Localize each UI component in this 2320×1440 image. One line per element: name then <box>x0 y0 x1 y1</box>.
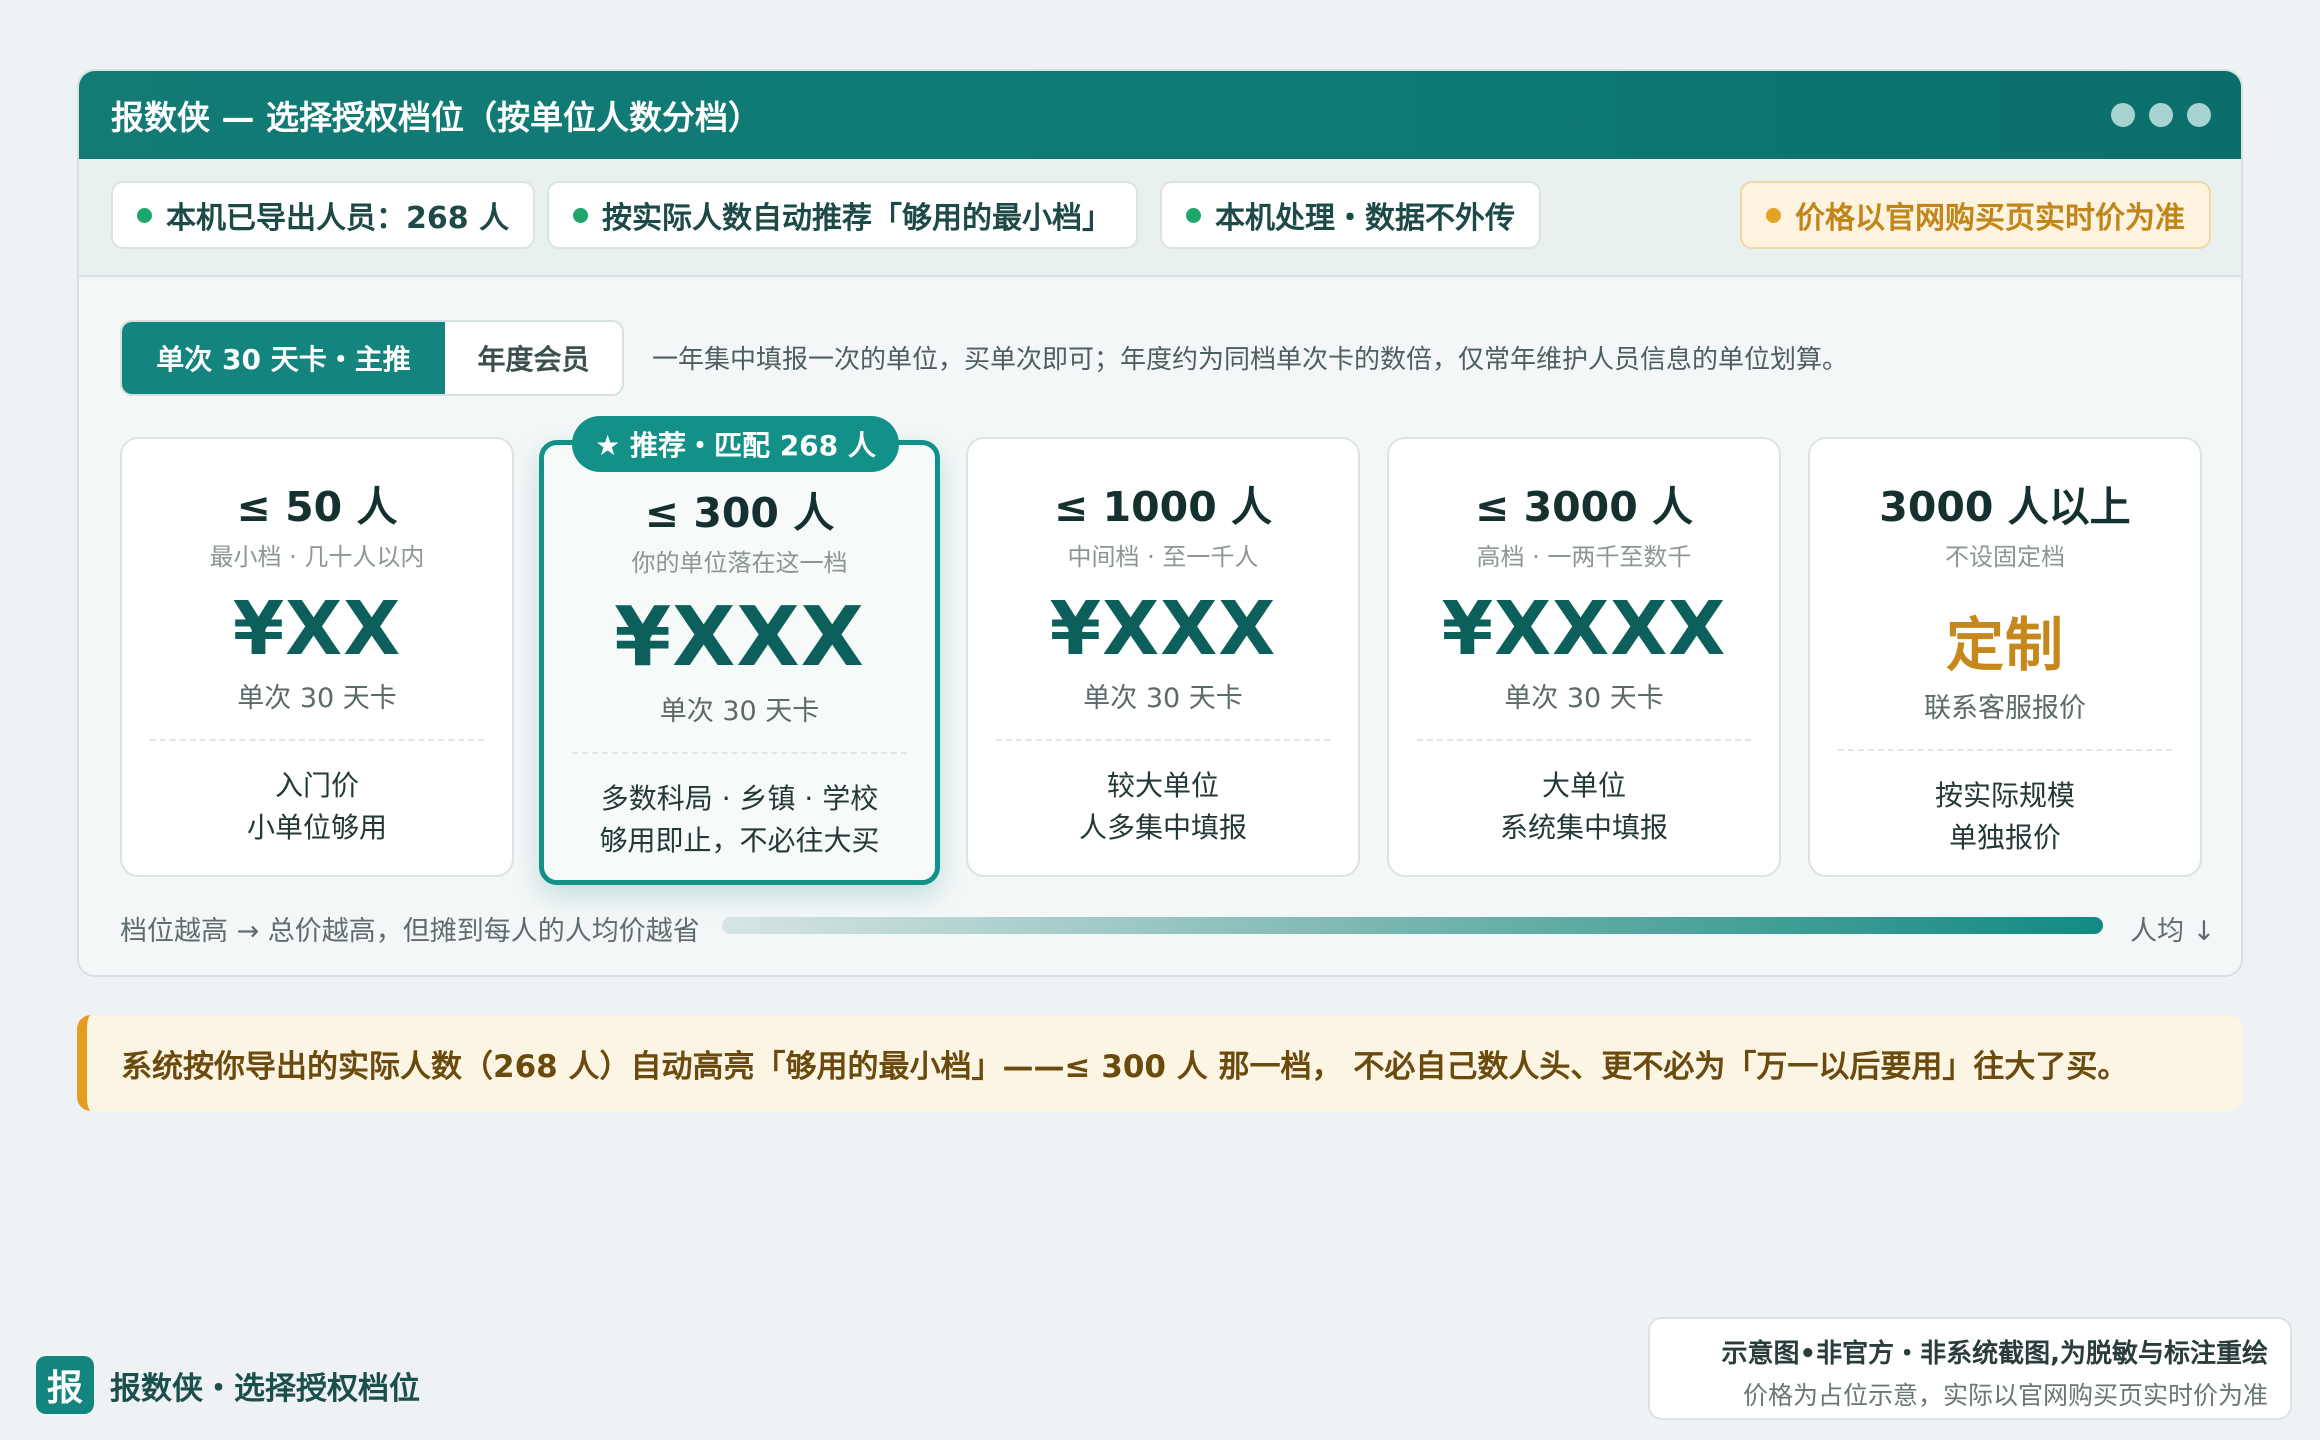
pill-label: 本机已导出人员：268 人 <box>166 201 510 236</box>
status-dot-icon <box>573 207 588 223</box>
status-dot-icon <box>137 207 152 223</box>
tier-card-300-recommended[interactable]: ★ 推荐・匹配 268 人 ≤ 300 人 你的单位落在这一档 ¥XXX 单次 … <box>539 416 940 885</box>
tier-price-custom: 定制 <box>1945 611 2064 679</box>
tier-subtitle: 最小档 · 几十人以内 <box>209 543 425 571</box>
pill-label: 价格以官网购买页实时价为准 <box>1795 201 2185 236</box>
tier-desc-line: 入门价 <box>274 769 359 802</box>
window-dot-icon[interactable] <box>2149 103 2173 127</box>
tier-description: 多数科局 · 乡镇 · 学校 够用即止，不必往大买 <box>544 778 935 862</box>
tier-title: ≤ 300 人 <box>644 489 835 537</box>
tier-price: ¥XX <box>232 586 402 672</box>
divider <box>1417 739 1751 741</box>
tier-card-1000[interactable]: ≤ 1000 人 中间档 · 至一千人 ¥XXX 单次 30 天卡 较大单位 人… <box>966 437 1360 877</box>
disclaimer-line: 价格为占位示意，实际以官网购买页实时价为准 <box>1742 1381 2268 1410</box>
tier-description: 较大单位 人多集中填报 <box>968 765 1358 849</box>
pill-label: 本机处理・数据不外传 <box>1215 201 1515 236</box>
pill-label: 按实际人数自动推荐「够用的最小档」 <box>602 201 1112 236</box>
window-dot-icon[interactable] <box>2187 103 2211 127</box>
auto-highlight-notice: 系统按你导出的实际人数（268 人）自动高亮「够用的最小档」——≤ 300 人 … <box>77 1015 2243 1111</box>
tier-card-50[interactable]: ≤ 50 人 最小档 · 几十人以内 ¥XX 单次 30 天卡 入门价 小单位够… <box>120 437 514 877</box>
brand-caption: 报数侠・选择授权档位 <box>110 1370 420 1407</box>
status-dot-icon <box>1186 207 1201 223</box>
tier-description: 按实际规模 单独报价 <box>1810 775 2200 859</box>
divider <box>150 739 484 741</box>
tier-desc-line: 多数科局 · 乡镇 · 学校 <box>600 782 879 815</box>
disclaimer-box: 示意图•非官方・非系统截图,为脱敏与标注重绘 价格为占位示意，实际以官网购买页实… <box>1648 1317 2292 1420</box>
tier-unit: 单次 30 天卡 <box>1083 683 1243 714</box>
tier-subtitle: 高档 · 一两千至数千 <box>1476 543 1692 571</box>
plan-tabs: 单次 30 天卡・主推 年度会员 <box>120 320 624 396</box>
tier-unit: 联系客服报价 <box>1924 693 2086 724</box>
tier-subtitle: 中间档 · 至一千人 <box>1067 543 1259 571</box>
tier-subtitle: 不设固定档 <box>1945 543 2065 571</box>
tier-description: 大单位 系统集中填报 <box>1389 765 1779 849</box>
tier-title: 3000 人以上 <box>1879 483 2131 531</box>
tier-desc-line: 单独报价 <box>1948 821 2061 854</box>
local-processing-pill: 本机处理・数据不外传 <box>1160 181 1541 249</box>
tier-card-custom[interactable]: 3000 人以上 不设固定档 定制 联系客服报价 按实际规模 单独报价 <box>1808 437 2202 877</box>
price-notice-pill: 价格以官网购买页实时价为准 <box>1740 181 2211 249</box>
tier-title: ≤ 1000 人 <box>1053 483 1272 531</box>
divider <box>996 739 1330 741</box>
gradient-caption: 档位越高 → 总价越高，但摊到每人的人均价越省 <box>120 916 700 947</box>
auto-recommend-pill: 按实际人数自动推荐「够用的最小档」 <box>547 181 1138 249</box>
tier-unit: 单次 30 天卡 <box>1504 683 1664 714</box>
tier-unit: 单次 30 天卡 <box>659 696 820 727</box>
tier-desc-line: 够用即止，不必往大买 <box>599 824 880 857</box>
tier-desc-line: 按实际规模 <box>1934 779 2075 812</box>
tier-desc-line: 人多集中填报 <box>1078 811 1247 844</box>
warning-dot-icon <box>1766 207 1781 223</box>
divider <box>1838 749 2172 751</box>
window-controls <box>2111 103 2211 127</box>
tier-subtitle: 你的单位落在这一档 <box>631 549 848 577</box>
tab-single-30-day[interactable]: 单次 30 天卡・主推 <box>122 322 445 394</box>
tier-desc-line: 大单位 <box>1541 769 1626 802</box>
per-capita-label: 人均 ↓ <box>2130 916 2216 947</box>
recommended-badge: ★ 推荐・匹配 268 人 <box>572 416 899 472</box>
status-pill-bar: 本机已导出人员：268 人 按实际人数自动推荐「够用的最小档」 本机处理・数据不… <box>79 159 2241 277</box>
tier-unit: 单次 30 天卡 <box>237 683 397 714</box>
tier-price: ¥XXX <box>614 590 865 685</box>
tier-desc-line: 系统集中填报 <box>1499 811 1668 844</box>
tier-price: ¥XXXX <box>1441 586 1727 672</box>
title-bar: 报数侠 — 选择授权档位（按单位人数分档） <box>79 71 2241 159</box>
footer-brand: 报 报数侠・选择授权档位 <box>36 1356 420 1414</box>
tier-desc-line: 较大单位 <box>1106 769 1219 802</box>
divider <box>572 752 907 754</box>
exported-count-pill: 本机已导出人员：268 人 <box>111 181 536 249</box>
tier-card-3000[interactable]: ≤ 3000 人 高档 · 一两千至数千 ¥XXXX 单次 30 天卡 大单位 … <box>1387 437 1781 877</box>
price-gradient-bar <box>722 917 2103 934</box>
tier-title: ≤ 50 人 <box>236 483 398 531</box>
plan-description: 一年集中填报一次的单位，买单次即可；年度约为同档单次卡的数倍，仅常年维护人员信息… <box>652 345 1849 375</box>
tier-description: 入门价 小单位够用 <box>122 765 512 849</box>
license-tier-window: 报数侠 — 选择授权档位（按单位人数分档） 本机已导出人员：268 人 按实际人… <box>77 69 2243 977</box>
window-title: 报数侠 — 选择授权档位（按单位人数分档） <box>111 98 761 137</box>
disclaimer-line: 示意图•非官方・非系统截图,为脱敏与标注重绘 <box>1721 1339 2269 1369</box>
brand-logo: 报 <box>36 1356 94 1414</box>
tier-desc-line: 小单位够用 <box>246 811 387 844</box>
tab-annual-membership[interactable]: 年度会员 <box>445 322 622 394</box>
tier-price: ¥XXX <box>1049 586 1277 672</box>
window-dot-icon[interactable] <box>2111 103 2135 127</box>
tier-title: ≤ 3000 人 <box>1474 483 1693 531</box>
